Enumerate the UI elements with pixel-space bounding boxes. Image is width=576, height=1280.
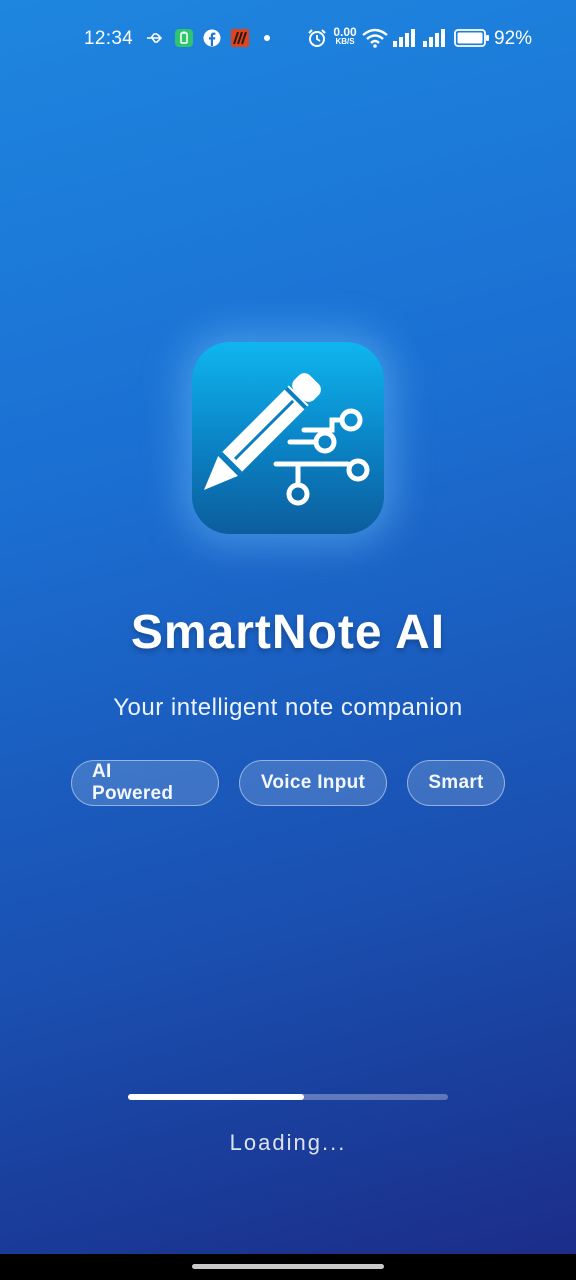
pencil-circuit-icon [204, 373, 370, 506]
status-bar: 12:34 0.00 KB/S 92% [0, 0, 576, 78]
app-title: SmartNote AI [130, 606, 446, 659]
app-notification-icon [230, 28, 250, 48]
loading-progress-fill [128, 1094, 304, 1100]
battery-percent: 92% [494, 28, 533, 49]
dot-icon [262, 28, 272, 48]
battery-icon [454, 28, 490, 48]
status-time: 12:34 [84, 28, 134, 49]
app-tagline: Your intelligent note companion [113, 694, 463, 721]
signal-icon [422, 28, 446, 48]
app-logo [192, 342, 384, 534]
network-speed: 0.00 KB/S [330, 25, 360, 47]
chip-ai-powered: AI Powered [71, 760, 219, 806]
signal-icon [392, 28, 416, 48]
chip-voice-input: Voice Input [239, 760, 387, 806]
battery-saver-icon [174, 28, 194, 48]
loading-progress-bar [128, 1094, 448, 1100]
facebook-icon [202, 28, 222, 48]
wifi-icon [362, 28, 388, 48]
loading-text: Loading... [229, 1130, 347, 1155]
feature-chips: AI Powered Voice Input Smart [0, 760, 576, 806]
alarm-icon [307, 28, 327, 48]
home-indicator[interactable] [192, 1264, 384, 1269]
network-speed-value: 0.00 [333, 25, 357, 39]
usb-icon [146, 28, 166, 48]
chip-smart: Smart [407, 760, 505, 806]
